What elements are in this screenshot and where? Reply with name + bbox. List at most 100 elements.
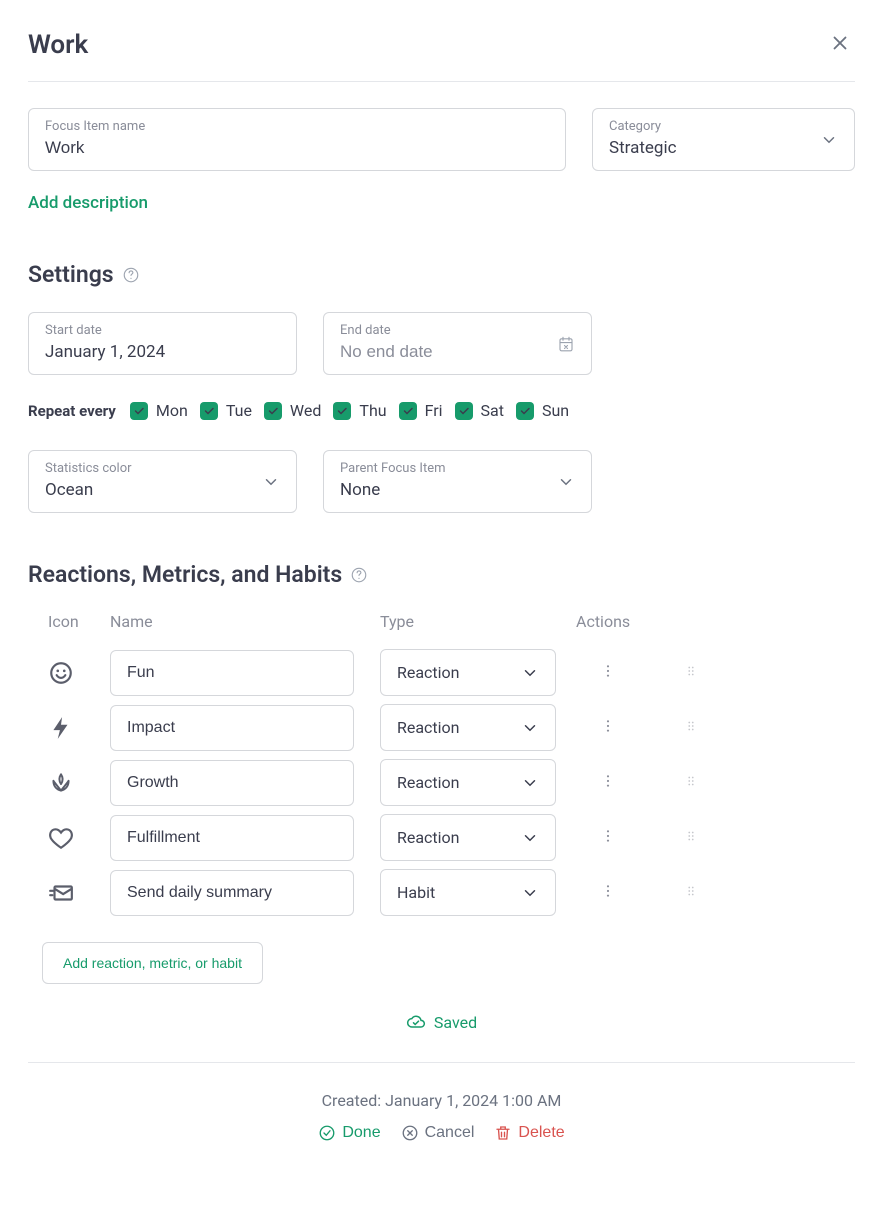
checkbox[interactable] [130,402,148,420]
row-type-select[interactable]: Habit [380,869,556,916]
chevron-down-icon [521,664,539,682]
stats-color-label: Statistics color [45,461,132,476]
focus-item-name-input[interactable] [45,138,549,158]
day-label: Mon [156,401,188,420]
day-label: Thu [359,401,386,420]
add-reaction-button[interactable]: Add reaction, metric, or habit [42,942,263,984]
page-title: Work [28,30,88,60]
chevron-down-icon [521,829,539,847]
saved-indicator: Saved [28,1012,855,1063]
dots-vertical-icon [600,828,616,844]
repeat-label: Repeat every [28,402,116,420]
category-select[interactable]: Category Strategic [592,108,855,171]
done-button[interactable]: Done [318,1124,380,1142]
stats-color-select[interactable]: Statistics color Ocean [28,450,297,513]
row-drag-handle[interactable] [680,660,702,685]
mail-send-icon[interactable] [48,880,110,906]
row-type-select[interactable]: Reaction [380,814,556,861]
row-type-value: Reaction [397,773,460,792]
check-icon [336,405,348,417]
day-check-wed[interactable]: Wed [264,401,321,420]
add-description-link[interactable]: Add description [28,193,148,213]
stats-color-value: Ocean [45,480,132,500]
cloud-saved-icon [406,1012,426,1032]
col-type: Type [380,612,576,631]
day-check-sat[interactable]: Sat [455,401,504,420]
chevron-down-icon [557,473,575,491]
start-date-field[interactable]: Start date January 1, 2024 [28,312,297,375]
row-name-input[interactable] [110,870,354,916]
end-date-input[interactable] [340,342,575,362]
cancel-button[interactable]: Cancel [401,1124,475,1142]
row-menu-button[interactable] [596,879,620,906]
heart-icon[interactable] [48,825,110,851]
col-name: Name [110,612,380,631]
checkbox[interactable] [264,402,282,420]
row-name-input[interactable] [110,760,354,806]
end-date-field[interactable]: End date [323,312,592,375]
row-drag-handle[interactable] [680,715,702,740]
day-check-tue[interactable]: Tue [200,401,252,420]
row-drag-handle[interactable] [680,770,702,795]
smile-icon[interactable] [48,660,110,686]
settings-heading: Settings [28,261,114,288]
checkbox[interactable] [399,402,417,420]
col-actions: Actions [576,612,696,631]
chevron-down-icon [521,774,539,792]
dots-vertical-icon [600,883,616,899]
parent-focus-select[interactable]: Parent Focus Item None [323,450,592,513]
chevron-down-icon [521,884,539,902]
row-type-select[interactable]: Reaction [380,759,556,806]
row-type-select[interactable]: Reaction [380,649,556,696]
row-name-input[interactable] [110,705,354,751]
table-row: Reaction [28,645,855,700]
close-button[interactable] [825,28,855,61]
lotus-icon[interactable] [48,770,110,796]
day-check-fri[interactable]: Fri [399,401,443,420]
delete-button[interactable]: Delete [494,1124,564,1142]
dots-vertical-icon [600,773,616,789]
help-icon[interactable] [122,266,140,284]
dots-vertical-icon [600,663,616,679]
calendar-clear-icon[interactable] [557,335,575,353]
row-drag-handle[interactable] [680,825,702,850]
row-name-input[interactable] [110,815,354,861]
row-menu-button[interactable] [596,769,620,796]
focus-item-name-label: Focus Item name [45,119,549,134]
row-menu-button[interactable] [596,659,620,686]
checkbox[interactable] [200,402,218,420]
chevron-down-icon [262,473,280,491]
drag-icon [684,719,698,733]
day-check-thu[interactable]: Thu [333,401,386,420]
check-circle-icon [318,1124,336,1142]
check-icon [402,405,414,417]
category-value: Strategic [609,138,677,158]
row-type-value: Reaction [397,828,460,847]
cancel-label: Cancel [425,1124,475,1142]
day-check-mon[interactable]: Mon [130,401,188,420]
row-type-select[interactable]: Reaction [380,704,556,751]
table-row: Reaction [28,755,855,810]
row-drag-handle[interactable] [680,880,702,905]
table-header: Icon Name Type Actions [28,612,855,645]
close-icon [829,32,851,54]
drag-icon [684,664,698,678]
row-name-input[interactable] [110,650,354,696]
row-menu-button[interactable] [596,824,620,851]
help-icon[interactable] [350,566,368,584]
check-icon [203,405,215,417]
repeat-row: Repeat every Mon Tue Wed Thu Fri Sat Sun [28,401,855,420]
check-icon [519,405,531,417]
start-date-value: January 1, 2024 [45,342,280,362]
row-type-value: Reaction [397,718,460,737]
row-menu-button[interactable] [596,714,620,741]
checkbox[interactable] [455,402,473,420]
chevron-down-icon [820,131,838,149]
bolt-icon[interactable] [48,715,110,741]
day-label: Tue [226,401,252,420]
checkbox[interactable] [516,402,534,420]
checkbox[interactable] [333,402,351,420]
day-label: Sun [542,401,569,420]
day-check-sun[interactable]: Sun [516,401,569,420]
focus-item-name-field[interactable]: Focus Item name [28,108,566,171]
